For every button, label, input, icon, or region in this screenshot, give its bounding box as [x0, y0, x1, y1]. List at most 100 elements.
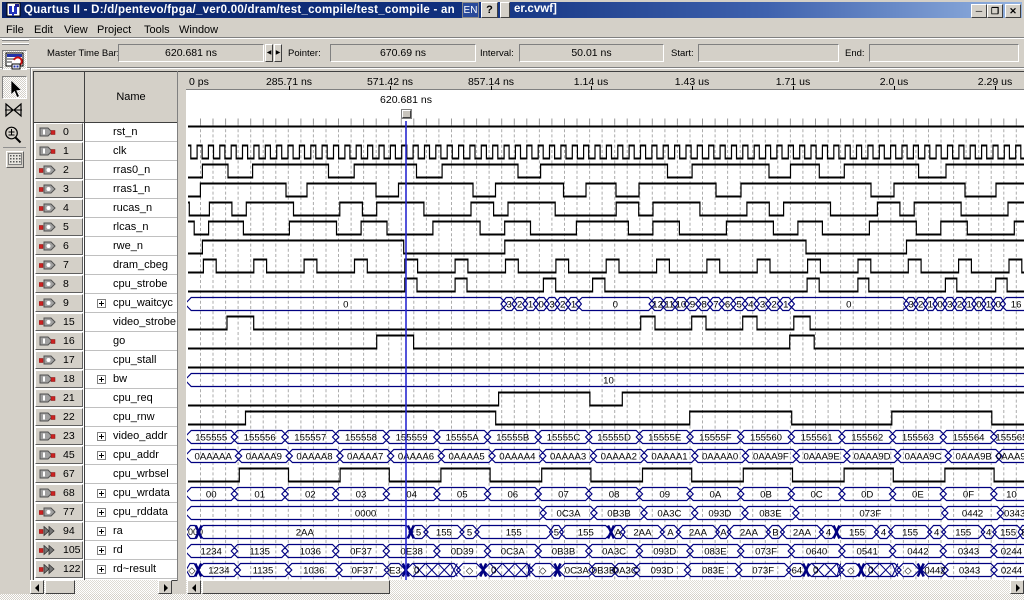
- svg-text:00: 00: [206, 490, 217, 501]
- svg-text:2: 2: [918, 300, 923, 311]
- svg-text:0AAAA3: 0AAAA3: [550, 452, 586, 463]
- svg-text:0B3B: 0B3B: [552, 547, 575, 558]
- svg-text:0AAAA1: 0AAAA1: [651, 452, 687, 463]
- svg-text:155: 155: [506, 528, 522, 539]
- svg-text:0F37: 0F37: [350, 547, 372, 558]
- svg-text:0: 0: [937, 300, 942, 311]
- svg-text:0AAA9E: 0AAA9E: [803, 452, 839, 463]
- svg-text:8: 8: [702, 300, 707, 311]
- svg-text:0AAAAA: 0AAAAA: [195, 452, 233, 463]
- svg-text:073F: 073F: [755, 547, 777, 558]
- svg-text:2: 2: [771, 300, 776, 311]
- svg-text:0: 0: [868, 566, 874, 577]
- svg-text:0541: 0541: [857, 547, 878, 558]
- svg-text:0AAAA0: 0AAAA0: [702, 452, 738, 463]
- svg-text:0C3A: 0C3A: [501, 547, 526, 558]
- svg-text:0E: 0E: [912, 490, 924, 501]
- svg-text:0AAA9A: 0AAA9A: [996, 452, 1024, 463]
- svg-text:0: 0: [343, 300, 348, 311]
- svg-text:0442: 0442: [962, 509, 983, 520]
- svg-text:1234: 1234: [208, 566, 230, 577]
- svg-text:07: 07: [558, 490, 569, 501]
- svg-text:A: A: [720, 528, 727, 539]
- svg-text:0AAA9F: 0AAA9F: [753, 452, 789, 463]
- svg-text:0B3B: 0B3B: [607, 509, 630, 520]
- svg-text:083E: 083E: [704, 547, 726, 558]
- svg-text:0442: 0442: [907, 547, 928, 558]
- svg-text:0: 0: [539, 300, 544, 311]
- svg-text:3: 3: [506, 300, 511, 311]
- svg-text:0: 0: [976, 300, 981, 311]
- svg-text:04: 04: [406, 490, 417, 501]
- svg-text:0244: 0244: [1001, 566, 1023, 577]
- svg-text:3: 3: [908, 300, 913, 311]
- svg-text:A: A: [667, 528, 674, 539]
- svg-text:155: 155: [849, 528, 865, 539]
- svg-text:0D: 0D: [861, 490, 873, 501]
- svg-text:11: 11: [664, 300, 674, 311]
- svg-text:3: 3: [760, 300, 765, 311]
- svg-text:0244: 0244: [1001, 547, 1023, 558]
- svg-text:3: 3: [549, 300, 554, 311]
- svg-text:0: 0: [414, 566, 420, 577]
- svg-text:5: 5: [467, 528, 472, 539]
- svg-text:0AAAA6: 0AAAA6: [398, 452, 434, 463]
- svg-text:0B: 0B: [760, 490, 772, 501]
- svg-text:◇: ◇: [466, 566, 474, 577]
- svg-text:155565: 155565: [995, 433, 1024, 444]
- svg-text:12: 12: [652, 300, 663, 311]
- svg-text:5: 5: [416, 528, 421, 539]
- svg-text:4: 4: [986, 528, 992, 539]
- svg-text:155562: 155562: [851, 433, 883, 444]
- svg-text:15555A: 15555A: [446, 433, 480, 444]
- svg-text:0: 0: [491, 566, 497, 577]
- svg-text:1234: 1234: [201, 547, 223, 558]
- svg-text:15555E: 15555E: [648, 433, 681, 444]
- svg-text:0343: 0343: [1004, 509, 1024, 520]
- svg-text:155: 155: [1000, 528, 1016, 539]
- svg-text:9: 9: [690, 300, 695, 311]
- svg-text:083E: 083E: [702, 566, 724, 577]
- svg-text:6: 6: [725, 300, 730, 311]
- svg-text:0AAAA2: 0AAAA2: [601, 452, 637, 463]
- svg-text:0AAAA4: 0AAAA4: [499, 452, 536, 463]
- svg-text:1135: 1135: [249, 547, 270, 558]
- svg-text:093D: 093D: [708, 509, 731, 520]
- svg-text:10: 10: [676, 300, 687, 311]
- svg-text:0343: 0343: [959, 566, 980, 577]
- svg-text:2: 2: [957, 300, 962, 311]
- svg-text:0C3A: 0C3A: [557, 509, 582, 520]
- svg-text:0A3C: 0A3C: [614, 566, 638, 577]
- svg-text:4: 4: [826, 528, 832, 539]
- svg-text:0AAA9D: 0AAA9D: [854, 452, 891, 463]
- svg-text:073F: 073F: [859, 509, 881, 520]
- svg-text:0A3C: 0A3C: [657, 509, 681, 520]
- svg-text:2AA: 2AA: [633, 528, 652, 539]
- svg-text:155555: 155555: [195, 433, 227, 444]
- svg-text:E3: E3: [389, 566, 401, 577]
- svg-text:2AA: 2AA: [689, 528, 708, 539]
- svg-text:10: 10: [603, 376, 614, 387]
- svg-text:◇: ◇: [904, 566, 912, 577]
- svg-text:155557: 155557: [294, 433, 326, 444]
- svg-text:083E: 083E: [759, 509, 781, 520]
- svg-text:0AAAA7: 0AAAA7: [347, 452, 383, 463]
- svg-text:0: 0: [996, 300, 1001, 311]
- svg-text:0B3B: 0B3B: [592, 566, 615, 577]
- svg-text:073F: 073F: [752, 566, 774, 577]
- svg-text:06: 06: [507, 490, 518, 501]
- svg-text:1: 1: [967, 300, 972, 311]
- svg-text:0F: 0F: [963, 490, 974, 501]
- svg-text:15555B: 15555B: [496, 433, 529, 444]
- svg-text:0: 0: [846, 300, 851, 311]
- svg-text:093D: 093D: [651, 566, 674, 577]
- svg-text:155561: 155561: [801, 433, 833, 444]
- svg-text:1: 1: [986, 300, 991, 311]
- svg-text:0A: 0A: [710, 490, 722, 501]
- svg-text:2AA: 2AA: [296, 528, 315, 539]
- svg-text:155: 155: [902, 528, 918, 539]
- svg-text:155: 155: [955, 528, 971, 539]
- svg-text:◇: ◇: [539, 566, 547, 577]
- svg-text:16: 16: [1011, 300, 1022, 311]
- svg-text:0AAAA9: 0AAAA9: [246, 452, 282, 463]
